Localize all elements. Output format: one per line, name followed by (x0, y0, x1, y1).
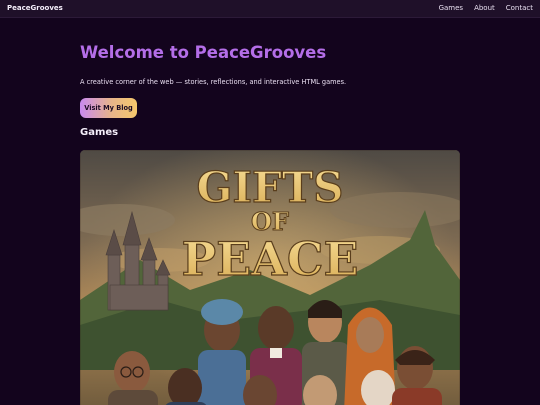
nav-link-games[interactable]: Games (439, 4, 464, 12)
nav-link-about[interactable]: About (474, 4, 495, 12)
page-subtitle: A creative corner of the web — stories, … (80, 78, 347, 86)
game-cover-art: GIFTS OF PEACE (80, 150, 460, 405)
cover-title-line1: GIFTS (197, 163, 344, 212)
nav-links: Games About Contact (439, 4, 533, 12)
cover-title-line3: PEACE (181, 232, 358, 286)
brand-logo[interactable]: PeaceGrooves (7, 4, 63, 12)
top-navbar: PeaceGrooves Games About Contact (0, 0, 540, 18)
game-card-gifts-of-peace[interactable]: GIFTS OF PEACE (80, 150, 460, 405)
visit-blog-button[interactable]: Visit My Blog (80, 98, 137, 118)
games-section-title: Games (80, 127, 119, 138)
nav-link-contact[interactable]: Contact (506, 4, 533, 12)
page-title: Welcome to PeaceGrooves (80, 43, 327, 62)
